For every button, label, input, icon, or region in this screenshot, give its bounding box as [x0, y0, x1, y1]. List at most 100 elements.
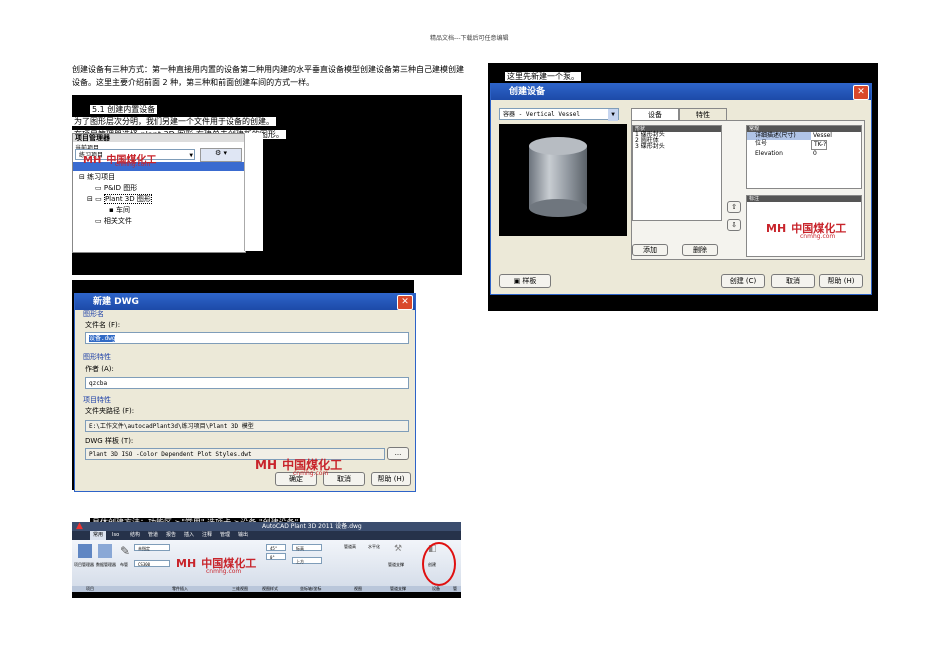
position-field[interactable]: 上方 — [292, 557, 322, 564]
tab-manage[interactable]: 管理 — [220, 531, 230, 540]
pipe-route-icon[interactable]: ✎ — [120, 544, 130, 558]
watermark-site: cnmhg.com — [115, 161, 151, 168]
close-icon[interactable]: ✕ — [853, 85, 869, 100]
tab-iso[interactable]: Iso — [112, 531, 119, 540]
spec-select[interactable]: 未指定 — [134, 544, 170, 551]
dialog-title-bar: 新建 DWG ✕ — [75, 294, 415, 310]
group-pipe: 管 — [453, 586, 457, 591]
cancel-button[interactable]: 取消 — [323, 472, 365, 486]
angle-select-1[interactable]: 45° — [266, 544, 286, 551]
title-bar: ▲ AutoCAD Plant 3D 2011 设备.dwg — [72, 521, 461, 531]
filename-input[interactable]: 设备.dwg — [85, 332, 409, 344]
ribbon-screenshot: ▲ AutoCAD Plant 3D 2011 设备.dwg 常用 Iso 结构… — [72, 521, 461, 598]
group-view: 视图 — [354, 586, 362, 591]
create-help-button[interactable]: 帮助 (H) — [819, 274, 863, 288]
equipment-type-select[interactable]: 容器 - Vertical Vessel ▼ — [499, 108, 619, 121]
tab-structure[interactable]: 结构 — [130, 531, 140, 540]
project-manager-panel: 项目管理器 当前项目 练习项目 ▼ ⚙ ▾ 项目 ⊟ 练习项目 ▭ P&ID 图… — [72, 133, 247, 253]
pipe-elevation-label: 管道高 — [344, 544, 356, 549]
create-equipment-dialog: 创建设备 ✕ 容器 - Vertical Vessel ▼ 设备 特性 形状 1… — [490, 83, 872, 295]
vessel-top-head — [529, 137, 587, 155]
group-pipe-support: 管道支撑 — [390, 586, 406, 591]
dialog-title: 新建 DWG — [93, 297, 139, 307]
watermark-logo: MH — [83, 155, 102, 166]
elevation-field[interactable]: 标高 — [292, 544, 322, 551]
author-label: 作者 (A): — [85, 365, 114, 373]
app-menu-icon[interactable]: ▲ — [76, 521, 83, 531]
help-button[interactable]: 帮助 (H) — [371, 472, 411, 486]
move-up-icon[interactable]: ⇧ — [727, 201, 741, 213]
delete-button[interactable]: 删除 — [682, 244, 718, 256]
tree-item-pid[interactable]: ▭ P&ID 图形 — [95, 183, 137, 194]
camera-icon: ▣ — [513, 277, 521, 285]
label-data-manager: 数据管理器 — [96, 562, 116, 567]
ribbon-group-labels: 项目 零件插入 三维视图 视图样式 坐标轴/坐标 视图 管道支撑 设备 管 — [72, 586, 461, 592]
page-header: 精品文档---下载后可任意编辑 — [430, 35, 509, 42]
tree-item-related[interactable]: ▭ 相关文件 — [95, 216, 132, 227]
props-grid: 常规 详细描述(尺寸) Vessel 位号 TK-? Elevation 0 — [746, 125, 862, 189]
template-label: DWG 样板 (T): — [85, 437, 134, 445]
ribbon-panel: 项目管理器 数据管理器 ✎ 布管 未指定 CS300 45° 0° 标高 上方 … — [72, 540, 461, 586]
highlight-circle — [422, 542, 456, 586]
group-drawing-name: 图形名 — [83, 310, 104, 318]
group-3d-view: 三维视图 — [232, 586, 248, 591]
move-down-icon[interactable]: ⇩ — [727, 219, 741, 231]
intro-paragraph: 创建设备有三种方式：第一种直接用内置的设备第二种用内建的水平垂直设备模型创建设备… — [72, 65, 464, 87]
tab-report[interactable]: 报告 — [166, 531, 176, 540]
support-icon[interactable]: ⚒ — [394, 544, 402, 554]
create-button[interactable]: 创建 (C) — [721, 274, 765, 288]
prop-row-2[interactable]: 位号 TK-? — [747, 140, 861, 150]
vessel-body — [529, 146, 587, 208]
prop-row-1[interactable]: 详细描述(尺寸) Vessel — [747, 132, 861, 140]
tab-insert[interactable]: 插入 — [184, 531, 194, 540]
browse-button[interactable]: ... — [387, 447, 409, 460]
author-input[interactable]: qzcba — [85, 377, 409, 389]
chevron-down-icon: ▼ — [608, 109, 618, 121]
notes-header: 标注 — [747, 196, 861, 202]
group-view-style: 视图样式 — [262, 586, 278, 591]
tab-home[interactable]: 常用 — [90, 531, 107, 540]
tab-content: 形状 1 碟形封头 2 圆柱体 3 碟形封头 ⇧ ⇩ 常规 详细描述(尺寸) V… — [631, 120, 865, 260]
vessel-bottom-head — [529, 199, 587, 217]
tab-annotate[interactable]: 注释 — [202, 531, 212, 540]
group-project: 项目 — [86, 586, 94, 591]
project-manager-icon[interactable] — [78, 544, 92, 558]
template-button[interactable]: ▣ 样板 — [499, 274, 551, 288]
angle-select-2[interactable]: 0° — [266, 553, 286, 560]
app-title: AutoCAD Plant 3D 2011 设备.dwg — [262, 523, 362, 530]
chevron-down-icon: ▼ — [189, 152, 193, 159]
group-equipment: 设备 — [432, 586, 440, 591]
shapes-list[interactable]: 形状 1 碟形封头 2 圆柱体 3 碟形封头 — [632, 125, 722, 221]
close-icon[interactable]: ✕ — [397, 295, 413, 310]
watermark-site-2: cnmhg.com — [293, 470, 329, 477]
add-button[interactable]: 添加 — [632, 244, 668, 256]
group-part-insert: 零件插入 — [172, 586, 188, 591]
filename-label: 文件名 (F): — [85, 321, 121, 329]
group-project-props: 项目特性 — [83, 396, 111, 404]
tab-piping[interactable]: 管道 — [148, 531, 158, 540]
group-drawing-props: 图形特性 — [83, 353, 111, 361]
label-route: 布管 — [120, 562, 128, 567]
vessel-preview — [529, 137, 587, 217]
side-strip — [244, 133, 263, 251]
prop-row-3[interactable]: Elevation 0 — [747, 150, 861, 158]
create-dialog-title: 创建设备 — [509, 87, 546, 97]
data-manager-icon[interactable] — [98, 544, 112, 558]
watermark-site-4: cnmhg.com — [800, 233, 836, 240]
horizontal-label: 水平化 — [368, 544, 380, 549]
tree-item-project[interactable]: ⊟ 练习项目 — [79, 172, 115, 183]
tree-item-workshop[interactable]: ▪ 车间 — [109, 205, 130, 216]
tab-output[interactable]: 输出 — [238, 531, 248, 540]
tree-item-plant3d[interactable]: ⊟ ▭ Plant 3D 图形 — [87, 194, 152, 205]
label-project-manager: 项目管理器 — [74, 562, 94, 567]
size-select[interactable]: CS300 — [134, 560, 170, 567]
group-axes: 坐标轴/坐标 — [300, 586, 322, 591]
project-tools-icon[interactable]: ⚙ ▾ — [200, 148, 242, 162]
path-field: E:\工作文件\autocadPlant3d\练习项目\Plant 3D 模型 — [85, 420, 409, 432]
path-label: 文件夹路径 (F): — [85, 407, 135, 415]
label-support: 管道支撑 — [388, 562, 404, 567]
shape-item-3[interactable]: 3 碟形封头 — [633, 144, 721, 150]
new-dwg-dialog: 新建 DWG ✕ 图形名 文件名 (F): 设备.dwg 图形特性 作者 (A)… — [74, 293, 416, 492]
create-cancel-button[interactable]: 取消 — [771, 274, 815, 288]
create-dialog-title-bar: 创建设备 ✕ — [491, 84, 871, 100]
